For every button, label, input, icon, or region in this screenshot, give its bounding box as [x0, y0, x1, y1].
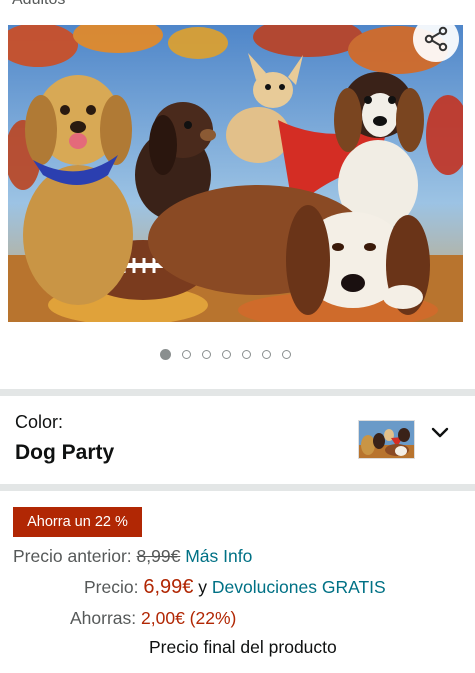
color-value: Dog Party	[15, 441, 115, 464]
section-divider	[0, 484, 475, 491]
carousel-dot[interactable]	[202, 350, 211, 359]
carousel-dots	[160, 349, 291, 360]
carousel-dot[interactable]	[262, 350, 271, 359]
carousel-dot[interactable]	[160, 349, 171, 360]
carousel-dot[interactable]	[182, 350, 191, 359]
carousel-dot[interactable]	[222, 350, 231, 359]
free-returns-link[interactable]: Devoluciones GRATIS	[212, 577, 386, 597]
top-caption: Adultos	[12, 0, 65, 9]
previous-price-label: Precio anterior:	[13, 546, 132, 566]
carousel-dot[interactable]	[282, 350, 291, 359]
savings-badge: Ahorra un 22 %	[13, 507, 142, 537]
share-icon	[424, 26, 448, 52]
final-price-note: Precio final del producto	[149, 637, 337, 657]
product-image[interactable]	[8, 25, 463, 322]
previous-price-value: 8,99€	[136, 546, 181, 566]
chevron-down-icon[interactable]	[428, 424, 452, 442]
carousel-dot[interactable]	[242, 350, 251, 359]
savings-value: 2,00€ (22%)	[141, 608, 237, 628]
price-value: 6,99€	[143, 576, 194, 598]
price-connector: y	[198, 577, 208, 597]
price-row: Precio: 6,99€ y Devoluciones GRATIS	[84, 576, 386, 598]
color-label: Color:	[15, 412, 64, 432]
previous-price-row: Precio anterior: 8,99€ Más Info	[13, 545, 252, 567]
more-info-link[interactable]: Más Info	[185, 546, 252, 566]
color-swatch-thumbnail[interactable]	[358, 420, 415, 459]
section-divider	[0, 389, 475, 396]
price-label: Precio:	[84, 577, 139, 597]
share-button[interactable]	[413, 16, 459, 62]
savings-row: Ahorras: 2,00€ (22%)	[70, 607, 236, 629]
dog-party-puzzle-image	[8, 25, 463, 322]
savings-label: Ahorras:	[70, 608, 137, 628]
